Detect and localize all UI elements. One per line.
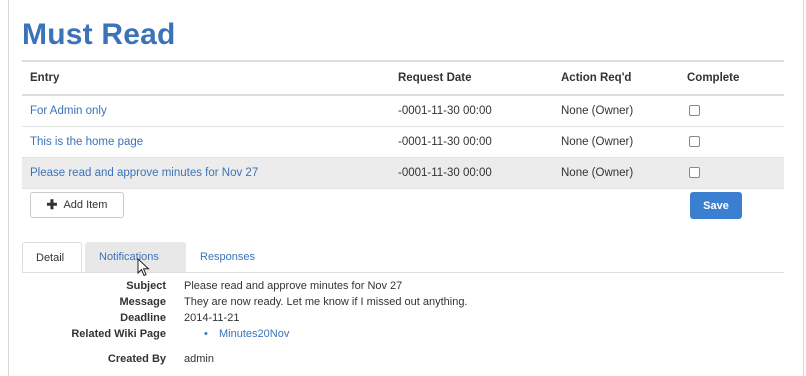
complete-checkbox[interactable]	[689, 136, 700, 148]
action-cell: None (Owner)	[553, 95, 679, 127]
related-wiki-label: Related Wiki Page	[71, 328, 166, 340]
table-row[interactable]: Please read and approve minutes for Nov …	[22, 157, 784, 189]
entry-link[interactable]: For Admin only	[30, 105, 107, 117]
column-header-request-date: Request Date	[390, 60, 553, 96]
table-row[interactable]: For Admin only -0001-11-30 00:00 None (O…	[22, 95, 784, 127]
deadline-value: 2014-11-21	[184, 312, 240, 324]
save-button[interactable]: Save	[690, 192, 742, 219]
related-wiki-link[interactable]: Minutes20Nov	[219, 328, 289, 340]
column-header-action: Action Req'd	[553, 60, 679, 96]
table-row[interactable]: This is the home page -0001-11-30 00:00 …	[22, 126, 784, 158]
complete-checkbox[interactable]	[689, 167, 700, 179]
request-date-cell: -0001-11-30 00:00	[390, 157, 553, 189]
add-item-label: Add Item	[63, 199, 108, 211]
request-date-cell: -0001-11-30 00:00	[390, 95, 553, 127]
entry-link[interactable]: This is the home page	[30, 136, 143, 148]
column-header-complete: Complete	[679, 60, 784, 96]
created-by-value: admin	[184, 353, 214, 365]
deadline-label: Deadline	[120, 312, 166, 324]
subject-label: Subject	[126, 280, 166, 292]
entry-link[interactable]: Please read and approve minutes for Nov …	[30, 167, 258, 179]
subject-value: Please read and approve minutes for Nov …	[184, 280, 403, 292]
request-date-cell: -0001-11-30 00:00	[390, 126, 553, 158]
complete-checkbox[interactable]	[689, 105, 700, 117]
message-value: They are now ready. Let me know if I mis…	[184, 296, 468, 308]
plus-icon: ✚	[46, 197, 58, 212]
message-label: Message	[119, 296, 166, 308]
table-header-row: Entry Request Date Action Req'd Complete	[22, 60, 784, 96]
page-title: Must Read	[22, 18, 176, 51]
tab-detail[interactable]: Detail	[22, 242, 82, 272]
tab-notifications[interactable]: Notifications	[85, 242, 186, 272]
must-read-table: Entry Request Date Action Req'd Complete…	[22, 60, 784, 189]
column-header-entry: Entry	[22, 60, 390, 96]
tab-responses[interactable]: Responses	[186, 242, 269, 272]
add-item-button[interactable]: ✚ Add Item	[30, 192, 124, 218]
created-by-label: Created By	[107, 353, 166, 365]
action-cell: None (Owner)	[553, 126, 679, 158]
related-wiki-bullet: •	[204, 328, 208, 340]
mouse-pointer-icon	[137, 258, 150, 277]
action-cell: None (Owner)	[553, 157, 679, 189]
